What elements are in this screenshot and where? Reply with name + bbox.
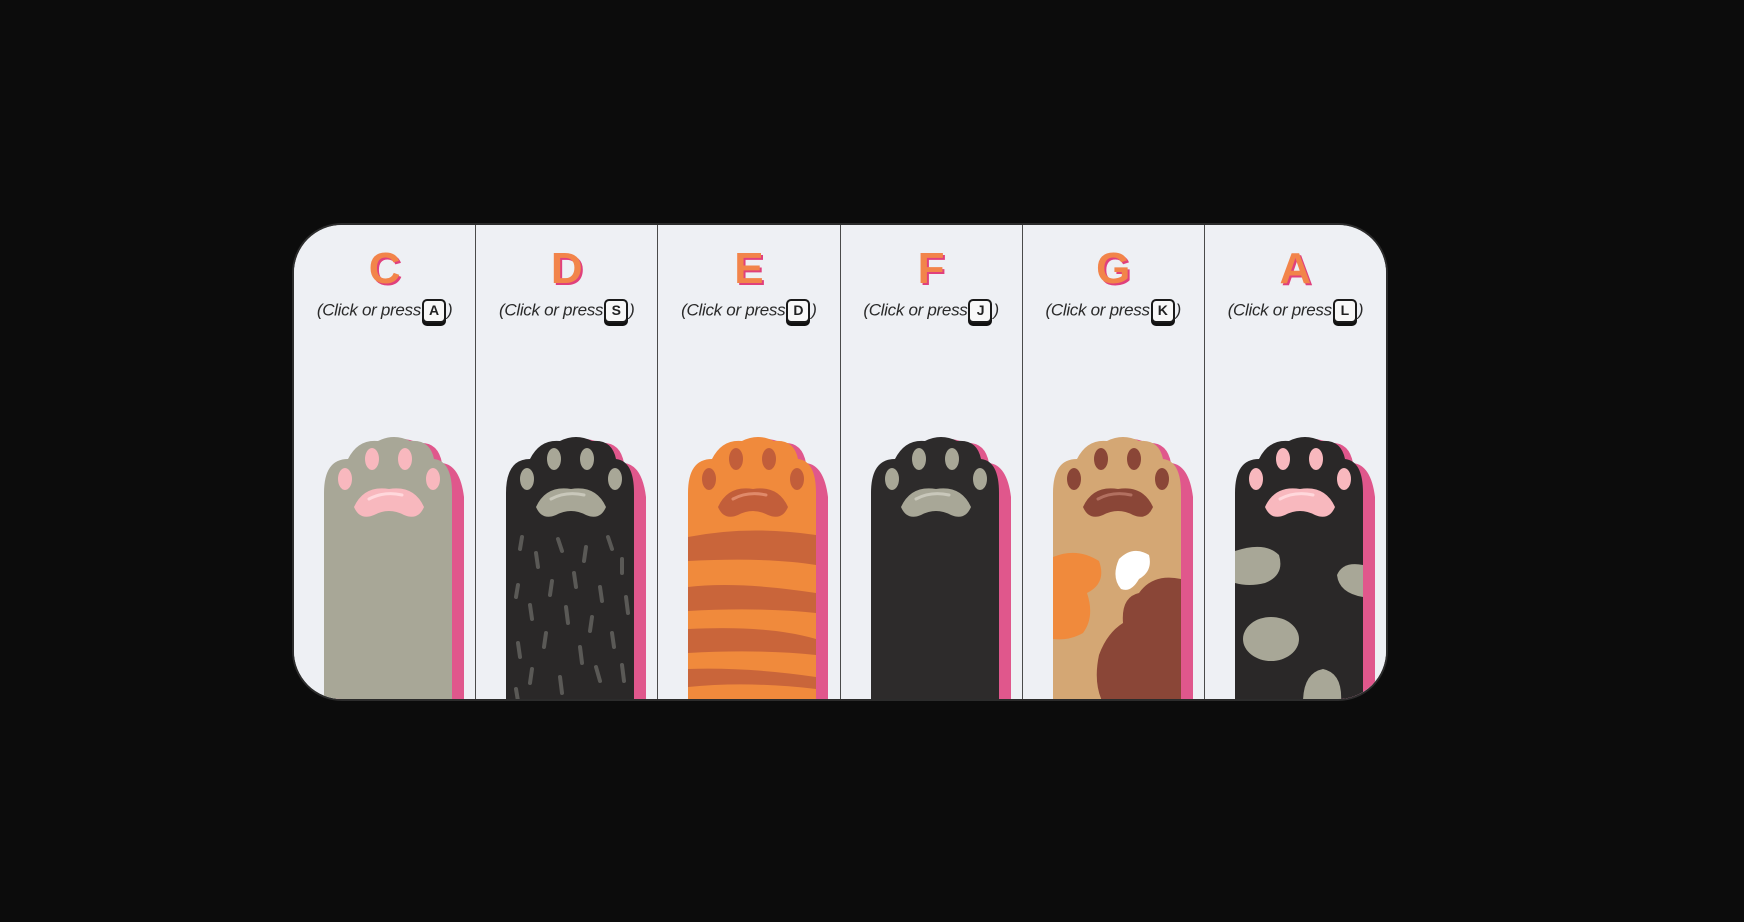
note-label: F	[917, 244, 945, 293]
key-hint: (Click or press S)	[476, 299, 657, 323]
key-hint: (Click or press J)	[841, 299, 1022, 323]
hint-suffix: )	[811, 300, 817, 320]
piano-key-a[interactable]: A (Click or press L)	[1204, 225, 1386, 699]
hint-suffix: )	[629, 300, 635, 320]
black-furry-paw-icon[interactable]	[496, 437, 647, 699]
note-label: C	[368, 244, 401, 293]
piano-key-e[interactable]: E (Click or press D)	[658, 225, 841, 699]
piano-key-d[interactable]: D (Click or press S)	[476, 225, 659, 699]
hint-prefix: (Click or press	[1045, 300, 1150, 320]
keyboard-shortcut: A	[421, 299, 446, 323]
keyboard-shortcut: L	[1332, 299, 1357, 323]
key-hint: (Click or press A)	[294, 299, 475, 323]
calico-paw-icon[interactable]	[1043, 437, 1193, 699]
note-label: G	[1096, 244, 1131, 293]
hint-prefix: (Click or press	[863, 300, 968, 320]
orange-tabby-paw-icon[interactable]	[678, 437, 829, 699]
hint-prefix: (Click or press	[1227, 300, 1332, 320]
hint-prefix: (Click or press	[499, 300, 604, 320]
cat-paw-piano: C (Click or press A) D (Click or press S)	[292, 223, 1388, 701]
piano-key-g[interactable]: G (Click or press K)	[1022, 225, 1205, 699]
keyboard-shortcut: J	[968, 299, 993, 323]
note-label: D	[550, 244, 583, 293]
black-spotted-paw-icon[interactable]	[1225, 437, 1375, 699]
note-label: E	[734, 244, 764, 293]
keyboard-shortcut: D	[786, 299, 811, 323]
hint-suffix: )	[1357, 300, 1364, 320]
keyboard-shortcut: K	[1150, 299, 1175, 323]
hint-suffix: )	[446, 300, 453, 320]
piano-key-c[interactable]: C (Click or press A)	[294, 225, 477, 699]
keyboard-shortcut: S	[604, 299, 629, 323]
hint-suffix: )	[1175, 300, 1182, 320]
hint-prefix: (Click or press	[316, 300, 421, 320]
gray-paw-icon[interactable]	[314, 437, 464, 699]
note-label: A	[1279, 244, 1312, 293]
piano-key-f[interactable]: F (Click or press J)	[840, 225, 1023, 699]
hint-suffix: )	[993, 300, 999, 320]
key-hint: (Click or press L)	[1205, 299, 1386, 323]
key-hint: (Click or press K)	[1023, 299, 1204, 323]
key-hint: (Click or press D)	[658, 299, 839, 323]
hint-prefix: (Click or press	[681, 300, 786, 320]
black-paw-icon[interactable]	[861, 437, 1011, 699]
